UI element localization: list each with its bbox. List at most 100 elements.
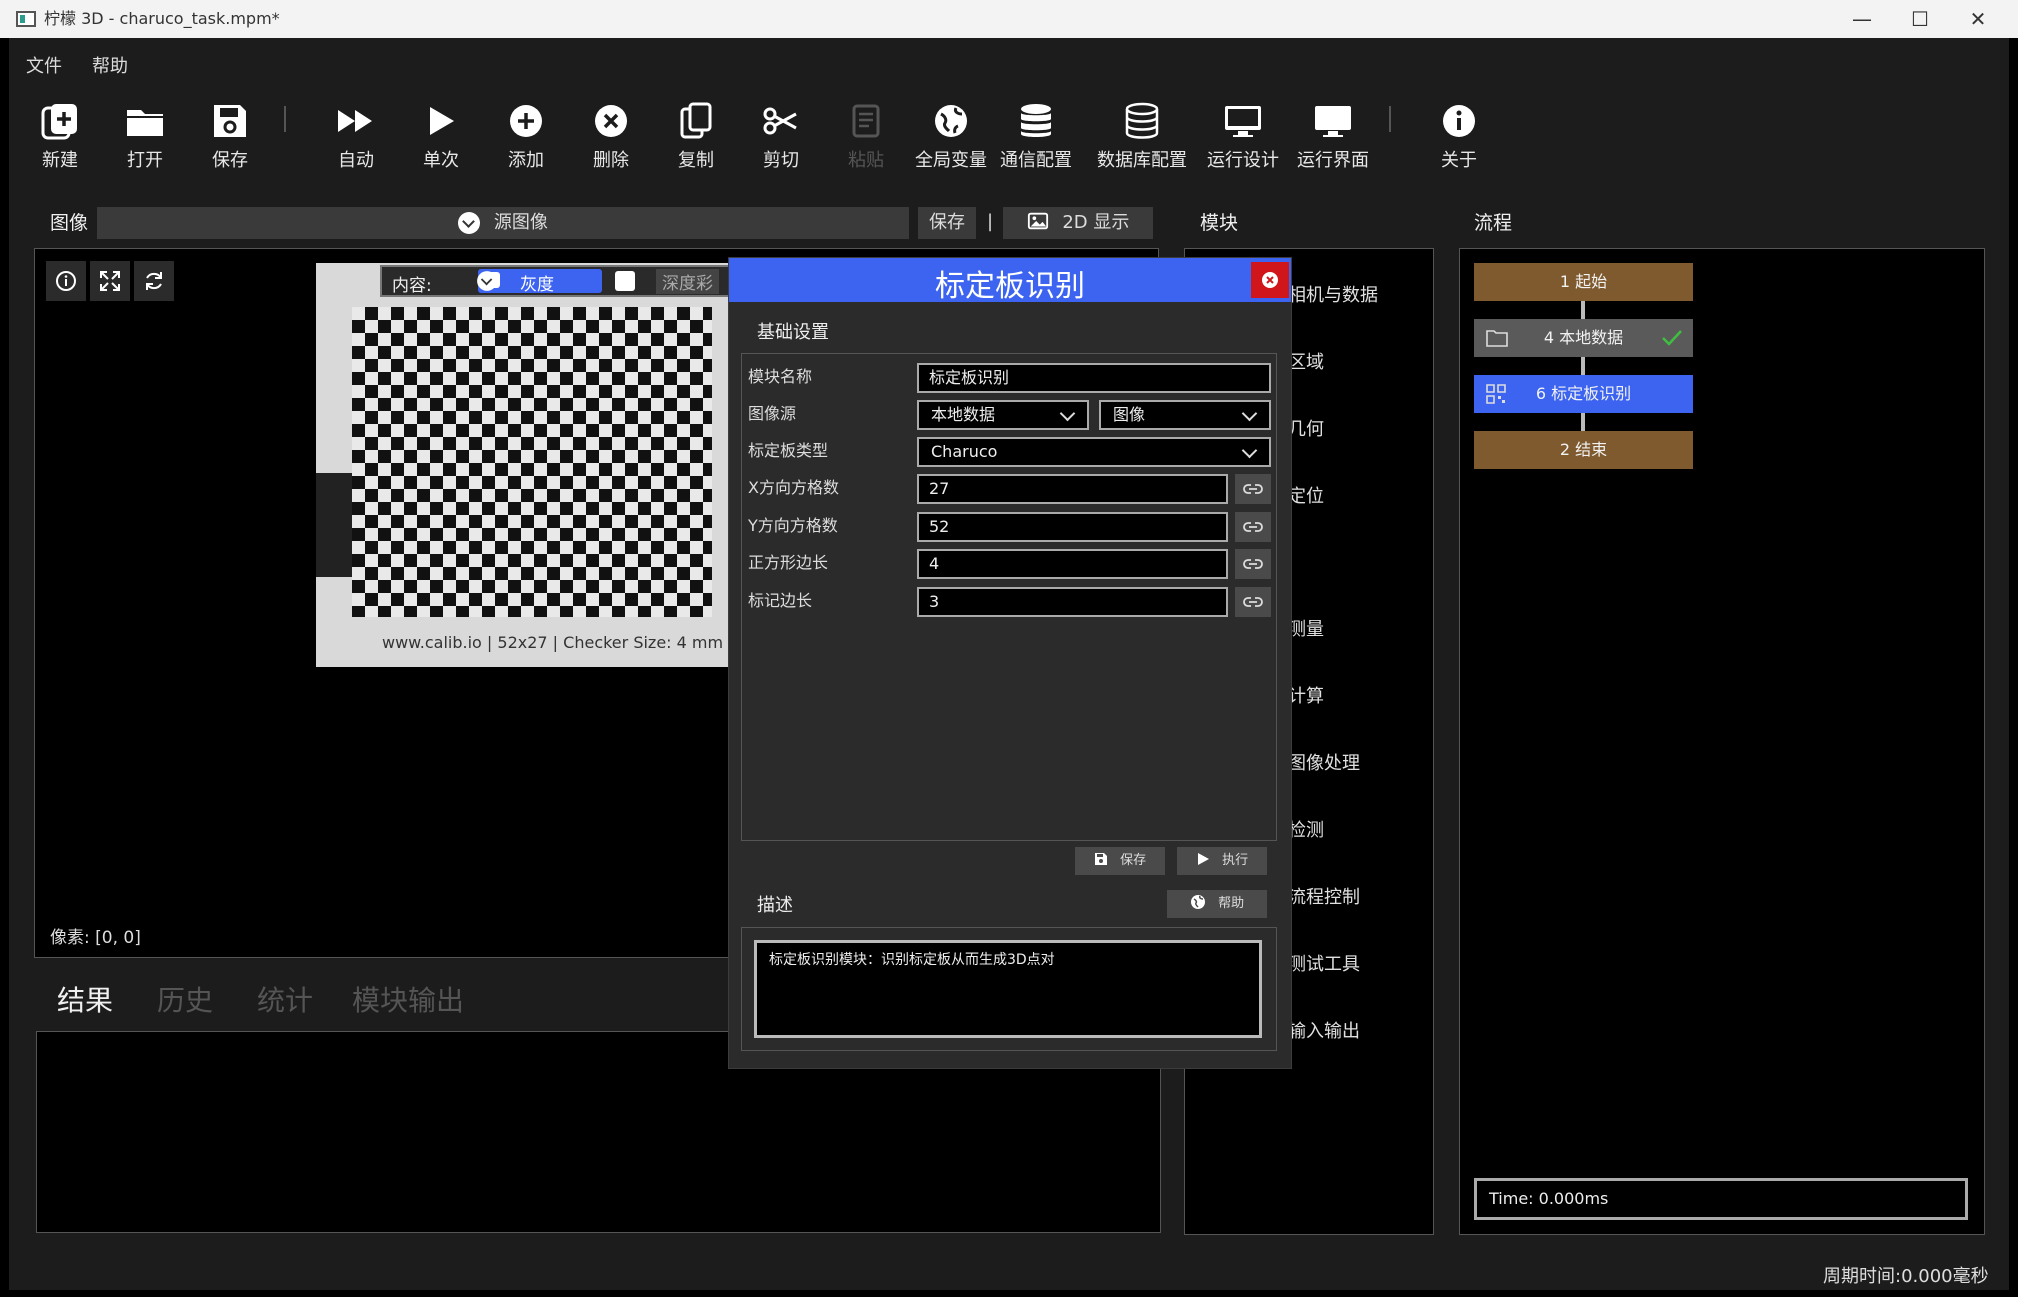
dialog-save-button[interactable]: 保存 bbox=[1075, 847, 1165, 875]
folder-icon bbox=[127, 110, 163, 136]
info-tool-button[interactable] bbox=[46, 261, 86, 301]
cut-button[interactable]: 剪切 bbox=[738, 92, 824, 182]
dialog-help-button[interactable]: 帮助 bbox=[1167, 890, 1267, 918]
y-count-input[interactable]: 52 bbox=[917, 512, 1228, 542]
minimize-button[interactable]: — bbox=[1833, 0, 1891, 38]
x-count-input[interactable]: 27 bbox=[917, 474, 1228, 504]
square-length-link-button[interactable] bbox=[1235, 549, 1271, 579]
save-button[interactable]: 保存 bbox=[187, 92, 273, 182]
image-source-select[interactable]: 本地数据 bbox=[917, 400, 1089, 430]
module-category-item[interactable]: 定位 bbox=[1288, 482, 1324, 508]
global-vars-button[interactable]: 全局变量 bbox=[908, 92, 994, 182]
link-icon bbox=[1243, 484, 1263, 494]
source-image-dropdown[interactable]: 源图像 bbox=[97, 207, 909, 239]
run-ui-button[interactable]: 运行界面 bbox=[1288, 92, 1378, 182]
run-design-button[interactable]: 运行设计 bbox=[1198, 92, 1288, 182]
add-circle-icon bbox=[510, 105, 542, 137]
description-text: 标定板识别模块：识别标定板从而生成3D点对 bbox=[754, 940, 1262, 1038]
module-category-item[interactable]: 测试工具 bbox=[1288, 950, 1360, 976]
menu-help[interactable]: 帮助 bbox=[92, 52, 128, 78]
flow-connector bbox=[1581, 301, 1585, 319]
x-count-link-button[interactable] bbox=[1235, 474, 1271, 504]
image-icon bbox=[1027, 212, 1048, 230]
square-length-input[interactable]: 4 bbox=[917, 549, 1228, 579]
single-run-button[interactable]: 单次 bbox=[398, 92, 484, 182]
tab-results[interactable]: 结果 bbox=[57, 979, 113, 1019]
module-category-item[interactable]: 相机与数据 bbox=[1288, 281, 1378, 307]
module-category-item[interactable]: 流程控制 bbox=[1288, 883, 1360, 909]
about-button[interactable]: 关于 bbox=[1416, 92, 1502, 182]
module-category-item[interactable]: 区域 bbox=[1288, 348, 1324, 374]
y-count-link-button[interactable] bbox=[1235, 512, 1271, 542]
single-run-label: 单次 bbox=[423, 150, 459, 171]
new-button[interactable]: 新建 bbox=[17, 92, 103, 182]
comm-config-button[interactable]: 通信配置 bbox=[993, 92, 1079, 182]
flow-node-start[interactable]: 1 起始 bbox=[1474, 263, 1693, 301]
auto-run-button[interactable]: 自动 bbox=[313, 92, 399, 182]
square-length-label: 正方形边长 bbox=[748, 553, 829, 572]
paste-button[interactable]: 粘贴 bbox=[823, 92, 909, 182]
globe-icon bbox=[935, 105, 967, 137]
link-icon bbox=[1243, 597, 1263, 607]
image-save-button[interactable]: 保存 bbox=[918, 207, 976, 239]
toolbar-separator bbox=[1389, 106, 1391, 132]
global-vars-label: 全局变量 bbox=[915, 150, 987, 171]
window-title-bar: 柠檬 3D - charuco_task.mpm* — ☐ ✕ bbox=[0, 0, 2018, 38]
module-category-item[interactable]: 图像处理 bbox=[1288, 749, 1360, 775]
flow-node-board-detect[interactable]: 6 标定板识别 bbox=[1474, 375, 1693, 413]
marker-length-input[interactable]: 3 bbox=[917, 587, 1228, 617]
cut-label: 剪切 bbox=[763, 150, 799, 171]
dialog-run-button[interactable]: 执行 bbox=[1177, 847, 1267, 875]
module-name-input[interactable]: 标定板识别 bbox=[917, 363, 1271, 393]
flow-node-label: 4 本地数据 bbox=[1543, 328, 1624, 347]
copy-label: 复制 bbox=[678, 150, 714, 171]
db-config-button[interactable]: 数据库配置 bbox=[1088, 92, 1196, 182]
refresh-view-button[interactable] bbox=[134, 261, 174, 301]
source-image-label: 源图像 bbox=[493, 212, 548, 233]
image-source-sub-select[interactable]: 图像 bbox=[1099, 400, 1271, 430]
add-label: 添加 bbox=[508, 150, 544, 171]
add-button[interactable]: 添加 bbox=[483, 92, 569, 182]
module-category-item[interactable]: 几何 bbox=[1288, 415, 1324, 441]
tab-module-output[interactable]: 模块输出 bbox=[352, 979, 464, 1019]
calibration-board-image: www.calib.io | 52x27 | Checker Size: 4 m… bbox=[316, 263, 736, 667]
tab-statistics[interactable]: 统计 bbox=[257, 979, 313, 1019]
checkmark-icon bbox=[1662, 330, 1682, 346]
content-mode-dropdown[interactable]: 灰度 bbox=[477, 269, 602, 295]
flow-node-label: 6 标定板识别 bbox=[1535, 384, 1632, 403]
marker-length-link-button[interactable] bbox=[1235, 587, 1271, 617]
content-overlay-bar: 内容: 灰度 深度彩 bbox=[380, 265, 760, 297]
dialog-save-label: 保存 bbox=[1120, 853, 1147, 868]
dialog-close-button[interactable] bbox=[1251, 262, 1289, 298]
settings-form: 模块名称 标定板识别 图像源 本地数据 图像 标定板类型 Charuco X方向… bbox=[741, 353, 1277, 841]
module-category-item[interactable]: 输入输出 bbox=[1288, 1017, 1360, 1043]
save-icon bbox=[1094, 853, 1107, 865]
x-count-label: X方向方格数 bbox=[748, 478, 839, 497]
depth-checkbox[interactable] bbox=[615, 271, 635, 291]
run-ui-label: 运行界面 bbox=[1297, 150, 1369, 171]
image-source-label: 图像源 bbox=[748, 404, 797, 423]
open-button[interactable]: 打开 bbox=[102, 92, 188, 182]
auto-run-label: 自动 bbox=[338, 150, 374, 171]
close-window-button[interactable]: ✕ bbox=[1949, 0, 2007, 38]
monitor-filled-icon bbox=[1315, 106, 1351, 137]
fit-view-button[interactable] bbox=[90, 261, 130, 301]
delete-button[interactable]: 删除 bbox=[568, 92, 654, 182]
flow-time-readout: Time: 0.000ms bbox=[1474, 1178, 1968, 1220]
flow-panel-title: 流程 bbox=[1474, 212, 1513, 234]
menu-file[interactable]: 文件 bbox=[26, 52, 62, 78]
flow-node-end[interactable]: 2 结束 bbox=[1474, 431, 1693, 469]
maximize-button[interactable]: ☐ bbox=[1891, 0, 1949, 38]
flow-node-local-data[interactable]: 4 本地数据 bbox=[1474, 319, 1693, 357]
charuco-pattern bbox=[352, 307, 712, 617]
board-type-select[interactable]: Charuco bbox=[917, 437, 1271, 467]
display-2d-button[interactable]: 2D 显示 bbox=[1003, 207, 1153, 239]
module-category-item[interactable]: 检测 bbox=[1288, 816, 1324, 842]
tab-history[interactable]: 历史 bbox=[157, 979, 213, 1019]
display-2d-label: 2D 显示 bbox=[1062, 212, 1130, 233]
module-category-item[interactable]: 计算 bbox=[1288, 682, 1324, 708]
copy-button[interactable]: 复制 bbox=[653, 92, 739, 182]
basic-settings-heading: 基础设置 bbox=[757, 322, 829, 343]
module-category-item[interactable]: 测量 bbox=[1288, 615, 1324, 641]
play-icon bbox=[430, 107, 454, 135]
